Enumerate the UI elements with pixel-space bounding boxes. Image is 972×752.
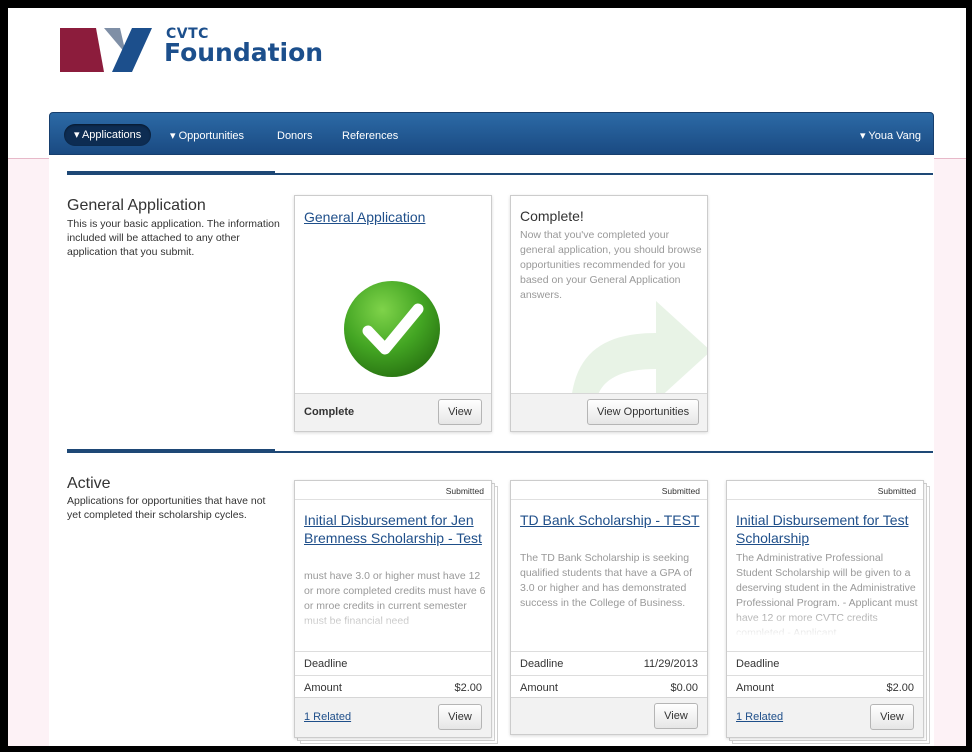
complete-card: Complete! Now that you've completed your… <box>510 195 708 432</box>
active-section-description: Applications for opportunities that have… <box>67 495 266 521</box>
deadline-label: Deadline <box>520 658 564 670</box>
main-navbar: ▾ Applications ▾ Opportunities Donors Re… <box>49 112 934 155</box>
fade-overlay <box>295 607 491 635</box>
active-application-card: Submitted Initial Disbursement for Test … <box>726 480 924 738</box>
related-link[interactable]: 1 Related <box>304 711 351 723</box>
status-badge: Submitted <box>661 486 700 496</box>
card-footer: View <box>511 697 707 734</box>
application-title-link[interactable]: TD Bank Scholarship - TEST <box>520 511 702 529</box>
application-description: The TD Bank Scholarship is seeking quali… <box>520 552 693 609</box>
view-button[interactable]: View <box>870 704 914 730</box>
fade-overlay <box>727 609 923 635</box>
description-clip: The Administrative Professional Student … <box>727 551 923 635</box>
general-application-link[interactable]: General Application <box>304 208 425 226</box>
page-frame: CVTC Foundation ▾ Applications ▾ Opportu… <box>8 8 966 746</box>
card-footer: 1 Related View <box>295 697 491 737</box>
amount-row: Amount $0.00 <box>511 675 707 699</box>
general-application-card: General Application Complete View <box>294 195 492 432</box>
deadline-row: Deadline 11/29/2013 <box>511 651 707 675</box>
amount-row: Amount $2.00 <box>295 675 491 699</box>
general-section-description: This is your basic application. The info… <box>67 218 280 258</box>
general-section-title: General Application <box>67 197 206 214</box>
status-badge: Submitted <box>877 486 916 496</box>
application-title-link[interactable]: Initial Disbursement for Jen Bremness Sc… <box>304 511 486 547</box>
deadline-row: Deadline <box>295 651 491 675</box>
application-title-link[interactable]: Initial Disbursement for Test Scholarshi… <box>736 511 918 547</box>
logo-text-foundation: Foundation <box>164 38 324 67</box>
active-application-card: Submitted Initial Disbursement for Jen B… <box>294 480 492 738</box>
nav-opportunities[interactable]: ▾ Opportunities <box>170 125 244 147</box>
section-divider-general <box>67 171 933 175</box>
status-badge: Submitted <box>445 486 484 496</box>
view-button[interactable]: View <box>438 704 482 730</box>
amount-row: Amount $2.00 <box>727 675 923 699</box>
main-content: General Application This is your basic a… <box>49 155 934 746</box>
cvtc-foundation-logo[interactable]: CVTC Foundation <box>60 24 324 84</box>
nav-references[interactable]: References <box>342 125 398 147</box>
view-button[interactable]: View <box>654 703 698 729</box>
complete-card-text: Now that you've completed your general a… <box>520 229 702 301</box>
related-link[interactable]: 1 Related <box>736 711 783 723</box>
card-footer: 1 Related View <box>727 697 923 737</box>
deadline-value: 11/29/2013 <box>643 658 698 670</box>
complete-card-footer: View Opportunities <box>511 393 707 431</box>
general-card-footer: Complete View <box>295 393 491 431</box>
logo-mark-icon <box>60 28 152 72</box>
description-clip: must have 3.0 or higher must have 12 or … <box>295 569 491 635</box>
general-view-button[interactable]: View <box>438 399 482 425</box>
nav-applications[interactable]: ▾ Applications <box>64 124 152 146</box>
active-application-card: Submitted TD Bank Scholarship - TEST The… <box>510 480 708 735</box>
deadline-label: Deadline <box>304 658 348 670</box>
general-status-label: Complete <box>304 406 355 418</box>
deadline-label: Deadline <box>736 658 780 670</box>
nav-user-menu[interactable]: ▾ Youa Vang <box>860 125 921 147</box>
description-clip: The TD Bank Scholarship is seeking quali… <box>511 551 707 635</box>
view-opportunities-button[interactable]: View Opportunities <box>587 399 699 425</box>
deadline-row: Deadline <box>727 651 923 675</box>
nav-donors[interactable]: Donors <box>277 125 312 147</box>
complete-card-title: Complete! <box>520 208 584 224</box>
active-section-title: Active <box>67 475 111 492</box>
check-circle-icon <box>344 281 440 377</box>
section-divider-active <box>67 449 933 453</box>
curved-arrow-icon <box>571 301 707 401</box>
